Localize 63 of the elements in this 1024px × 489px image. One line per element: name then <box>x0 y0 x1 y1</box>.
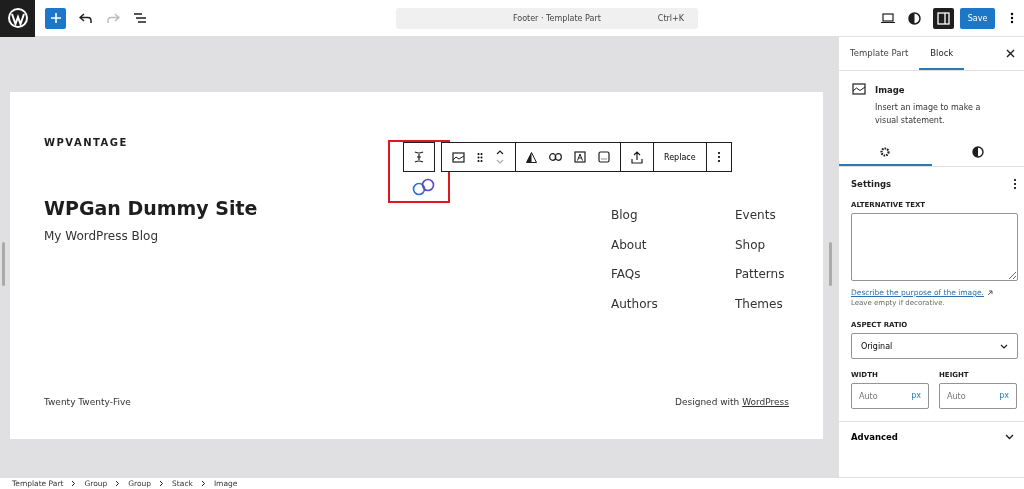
chevron-right-icon <box>200 480 206 487</box>
site-logo: WPVANTAGE <box>44 137 129 148</box>
sidebar-toggle-button[interactable] <box>933 7 954 29</box>
block-name: Image <box>875 85 906 95</box>
close-icon[interactable] <box>1006 49 1015 58</box>
gear-icon <box>879 145 892 158</box>
site-tagline: My WordPress Blog <box>44 229 160 243</box>
drag-handle-icon[interactable] <box>477 151 483 163</box>
image-icon <box>852 83 866 95</box>
list-view-icon[interactable] <box>133 12 147 24</box>
nav-link[interactable]: Events <box>735 207 789 225</box>
duotone-icon[interactable] <box>526 151 537 163</box>
undo-icon[interactable] <box>79 12 93 24</box>
nav-link[interactable]: FAQs <box>611 266 665 284</box>
more-options-icon[interactable] <box>1013 177 1017 190</box>
document-title: Footer · Template Part <box>511 13 602 23</box>
wordpress-logo-button[interactable] <box>0 0 35 37</box>
chevron-down-icon <box>1000 343 1008 349</box>
unit-label: px <box>911 391 921 401</box>
external-link-icon <box>986 289 993 296</box>
text-overlay-icon[interactable] <box>574 151 586 163</box>
nav-link[interactable]: Authors <box>611 295 665 313</box>
add-block-button[interactable] <box>45 7 66 29</box>
save-button[interactable]: Save <box>960 7 995 29</box>
contrast-icon <box>971 145 984 158</box>
site-title: WPGan Dummy Site <box>44 197 259 219</box>
more-options-icon[interactable] <box>716 151 721 163</box>
shortcut-hint: Ctrl+K <box>657 13 684 23</box>
credit-text: Designed with <box>675 397 740 407</box>
nav-link[interactable]: Shop <box>735 236 789 254</box>
caption-icon[interactable] <box>598 151 610 163</box>
chevron-down-icon <box>1005 434 1014 440</box>
image-icon[interactable] <box>452 151 465 163</box>
sidebar-tab[interactable]: Block <box>919 37 965 70</box>
aspect-ratio-select[interactable]: Original <box>851 333 1018 359</box>
plus-icon <box>49 12 62 24</box>
theme-name: Twenty Twenty-Five <box>44 397 131 407</box>
block-description: Insert an image to make a visual statement. <box>875 102 982 127</box>
unit-label: px <box>999 391 1009 401</box>
command-bar[interactable]: Footer · Template Part Ctrl+K <box>396 7 698 29</box>
chevron-right-icon <box>71 480 77 487</box>
chevron-right-icon <box>159 480 165 487</box>
resize-handle[interactable] <box>2 242 5 286</box>
link-rings-icon <box>411 178 437 196</box>
chevron-right-icon <box>115 480 121 487</box>
wordpress-logo-icon <box>6 7 29 29</box>
link-icon[interactable] <box>549 153 562 161</box>
panel-title: Settings <box>851 178 892 189</box>
contrast-icon[interactable] <box>908 11 921 25</box>
nav-link[interactable]: Themes <box>735 295 789 313</box>
sidebar-tab[interactable]: Template Part <box>839 37 920 70</box>
nav-link[interactable]: Blog <box>611 207 665 225</box>
nav-link[interactable]: Patterns <box>735 266 789 284</box>
alt-text-field[interactable] <box>851 213 1018 281</box>
resize-handle[interactable] <box>829 242 832 286</box>
bracket-icon[interactable] <box>414 151 424 163</box>
upload-icon[interactable] <box>631 150 643 164</box>
laptop-icon[interactable] <box>881 13 895 23</box>
wordpress-link[interactable]: WordPress <box>742 397 789 407</box>
nav-link[interactable]: About <box>611 236 665 254</box>
more-options-icon[interactable] <box>1010 12 1014 24</box>
advanced-section-toggle[interactable]: Advanced <box>839 422 1024 452</box>
sidebar-icon <box>937 11 950 25</box>
